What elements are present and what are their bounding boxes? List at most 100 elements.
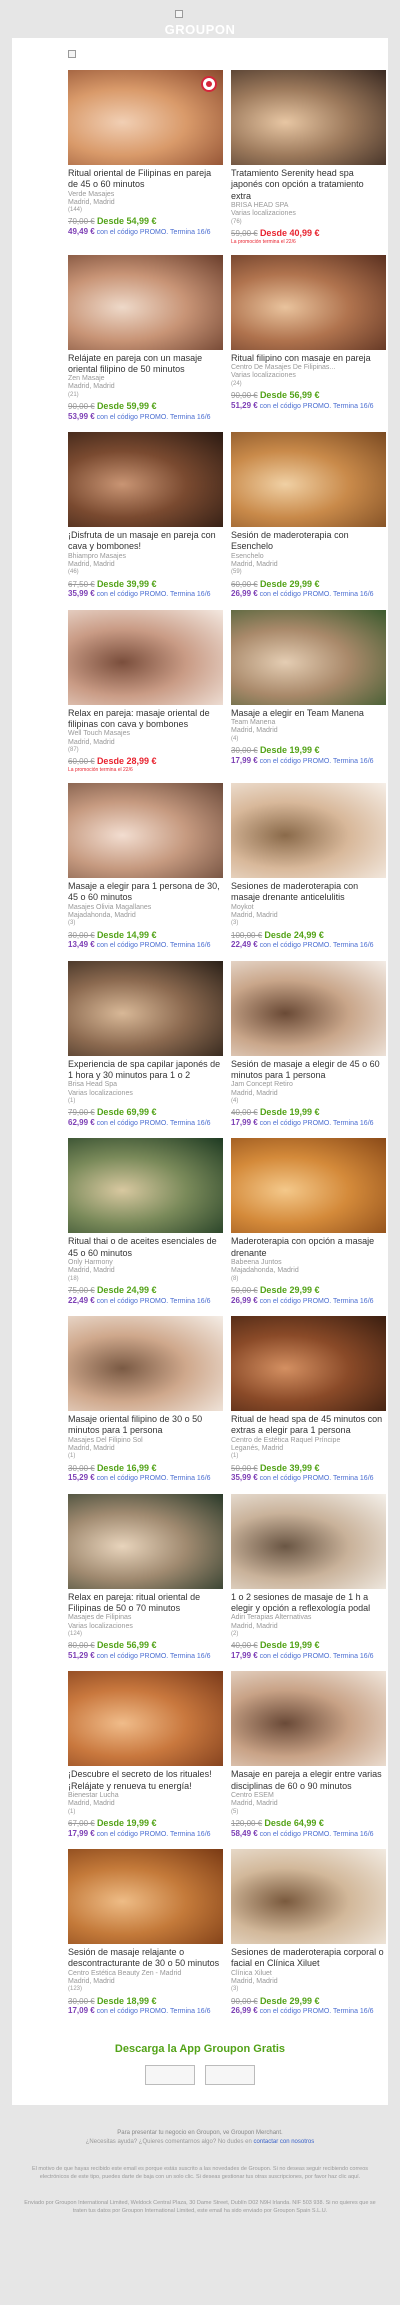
deal-photo[interactable] [231,783,386,879]
app-store-button[interactable] [145,2064,195,2085]
deal-card[interactable]: ¡Disfruta de un masaje en pareja con cav… [68,432,223,600]
deal-card[interactable]: Sesión de masaje relajante o descontract… [68,1849,223,2017]
deal-photo[interactable] [231,1849,386,1945]
deal-rating: (3) [68,920,223,927]
deal-title[interactable]: Sesión de masaje relajante o descontract… [68,1947,223,1970]
deal-rating: (2) [231,1631,386,1638]
deal-title[interactable]: ¡Descubre el secreto de los rituales! ¡R… [68,1769,223,1792]
deal-title[interactable]: Maderoterapia con opción a masaje drenan… [231,1236,386,1259]
deal-card[interactable]: 1 o 2 sesiones de masaje de 1 h a elegir… [231,1493,386,1662]
deal-card[interactable]: Ritual de head spa de 45 minutos con ext… [231,1316,386,1484]
deal-photo[interactable] [68,783,223,879]
promo-text: con el código PROMO. Termina 16/6 [259,1475,374,1483]
deal-card[interactable]: Masaje a elegir para 1 persona de 30, 45… [68,783,223,951]
deal-card[interactable]: Sesiones de maderoterapia con masaje dre… [231,783,386,951]
promo-line: 26,99 € con el código PROMO. Termina 16/… [231,589,386,599]
from-price: Desde 59,99 € [96,400,157,411]
deal-photo[interactable] [68,609,223,705]
deal-photo[interactable] [231,609,386,705]
deal-card[interactable]: Experiencia de spa capilar japonés de 1 … [68,960,223,1129]
deal-photo[interactable] [231,1138,386,1234]
promo-line: 22,49 € con el código PROMO. Termina 16/… [231,940,386,950]
promo-price: 58,49 € [231,1828,258,1838]
deal-title[interactable]: Ritual filipino con masaje en pareja [231,353,386,364]
deal-card[interactable]: Relájate en pareja con un masaje orienta… [68,254,223,423]
deal-title[interactable]: 1 o 2 sesiones de masaje de 1 h a elegir… [231,1592,386,1615]
deal-card[interactable]: Sesión de maderoterapia con Esenchelo Es… [231,432,386,600]
old-price: 79,00 € [68,1108,95,1118]
deal-photo[interactable] [231,1316,386,1412]
deal-photo[interactable] [68,1849,223,1945]
deal-card[interactable]: ¡Descubre el secreto de los rituales! ¡R… [68,1671,223,1839]
deal-rating: (24) [231,381,386,388]
rating-count: (1) [68,1098,76,1105]
deal-title[interactable]: Ritual thai o de aceites esenciales de 4… [68,1236,223,1259]
deal-card[interactable]: Relax en pareja: ritual oriental de Fili… [68,1493,223,1662]
deal-photo[interactable] [68,70,223,165]
deal-title[interactable]: Tratamiento Serenity head spa japonés co… [231,168,386,202]
from-price: Desde 19,99 € [96,1817,157,1828]
deal-card[interactable]: Maderoterapia con opción a masaje drenan… [231,1138,386,1306]
deal-card[interactable]: Sesiones de maderoterapia corporal o fac… [231,1849,386,2017]
deal-title[interactable]: Sesiones de maderoterapia corporal o fac… [231,1947,386,1970]
deal-photo[interactable] [68,1493,223,1589]
old-price: 75,00 € [68,1285,95,1295]
rating-count: (24) [231,380,242,387]
from-price: Desde 14,99 € [96,929,157,940]
deal-photo[interactable] [231,960,386,1056]
promo-line: 17,99 € con el código PROMO. Termina 16/… [231,1651,386,1661]
deal-rating: (3) [231,1986,386,1993]
deal-title[interactable]: Ritual de head spa de 45 minutos con ext… [231,1414,386,1437]
deal-title[interactable]: Ritual oriental de Filipinas en pareja d… [68,168,223,191]
promo-end-text: La promoción termina el 22/6 [68,767,133,774]
deal-title[interactable]: Relájate en pareja con un masaje orienta… [68,353,223,376]
deal-photo[interactable] [68,1138,223,1234]
rating-count: (123) [68,1986,83,1993]
deal-card[interactable]: Masaje en pareja a elegir entre varias d… [231,1671,386,1839]
groupon-logo[interactable]: GROUPON [0,22,400,37]
deal-photo[interactable] [68,960,223,1056]
deal-card[interactable]: Masaje a elegir en Team Manena Team Mane… [231,609,386,773]
deal-card[interactable]: Ritual oriental de Filipinas en pareja d… [68,70,223,245]
deal-card[interactable]: Masaje oriental filipino de 30 o 50 minu… [68,1316,223,1484]
deal-photo[interactable] [68,432,223,528]
deal-title[interactable]: Relax en pareja: ritual oriental de Fili… [68,1592,223,1615]
deal-title[interactable]: ¡Disfruta de un masaje en pareja con cav… [68,530,223,553]
promo-text: con el código PROMO. Termina 16/6 [96,1297,211,1305]
promo-price: 26,99 € [231,2006,258,2016]
deal-title[interactable]: Masaje en pareja a elegir entre varias d… [231,1769,386,1792]
app-download-title[interactable]: Descarga la App Groupon Gratis [23,2043,377,2055]
deal-title[interactable]: Masaje a elegir en Team Manena [231,708,386,719]
deal-photo[interactable] [231,1493,386,1589]
deal-card[interactable]: Tratamiento Serenity head spa japonés co… [231,70,386,245]
deal-photo[interactable] [231,432,386,528]
deal-title[interactable]: Relax en pareja: masaje oriental de fili… [68,708,223,731]
deal-photo[interactable] [68,254,223,350]
deal-card[interactable]: Ritual thai o de aceites esenciales de 4… [68,1138,223,1306]
deal-photo[interactable] [231,70,386,165]
google-play-button[interactable] [205,2064,255,2085]
deal-title[interactable]: Experiencia de spa capilar japonés de 1 … [68,1059,223,1082]
deal-card[interactable]: Ritual filipino con masaje en pareja Cen… [231,254,386,423]
deal-title[interactable]: Sesión de maderoterapia con Esenchelo [231,530,386,553]
deal-photo[interactable] [68,1671,223,1767]
old-price: 80,00 € [68,1641,95,1651]
price-row: 30,00 € Desde 19,99 € [231,745,386,756]
deal-photo[interactable] [231,1671,386,1767]
deal-merchant: Team Manena [231,719,276,727]
deal-title[interactable]: Sesiones de maderoterapia con masaje dre… [231,881,386,904]
deal-photo[interactable] [68,1316,223,1412]
deals-card: Ritual oriental de Filipinas en pareja d… [12,38,388,2105]
deal-title[interactable]: Masaje a elegir para 1 persona de 30, 45… [68,881,223,904]
deal-rating: (1) [68,1809,223,1816]
deal-card[interactable]: Sesión de masaje a elegir de 45 o 60 min… [231,960,386,1129]
deal-card[interactable]: Relax en pareja: masaje oriental de fili… [68,609,223,774]
contact-link[interactable]: contactar con nosotros [254,2139,315,2145]
deal-title[interactable]: Masaje oriental filipino de 30 o 50 minu… [68,1414,223,1437]
old-price: 40,00 € [231,1108,258,1118]
from-price: Desde 28,99 € [96,756,157,767]
deal-photo[interactable] [231,254,386,350]
rating-count: (2) [231,1631,239,1637]
rating-count: (76) [231,218,242,225]
deal-title[interactable]: Sesión de masaje a elegir de 45 o 60 min… [231,1059,386,1082]
